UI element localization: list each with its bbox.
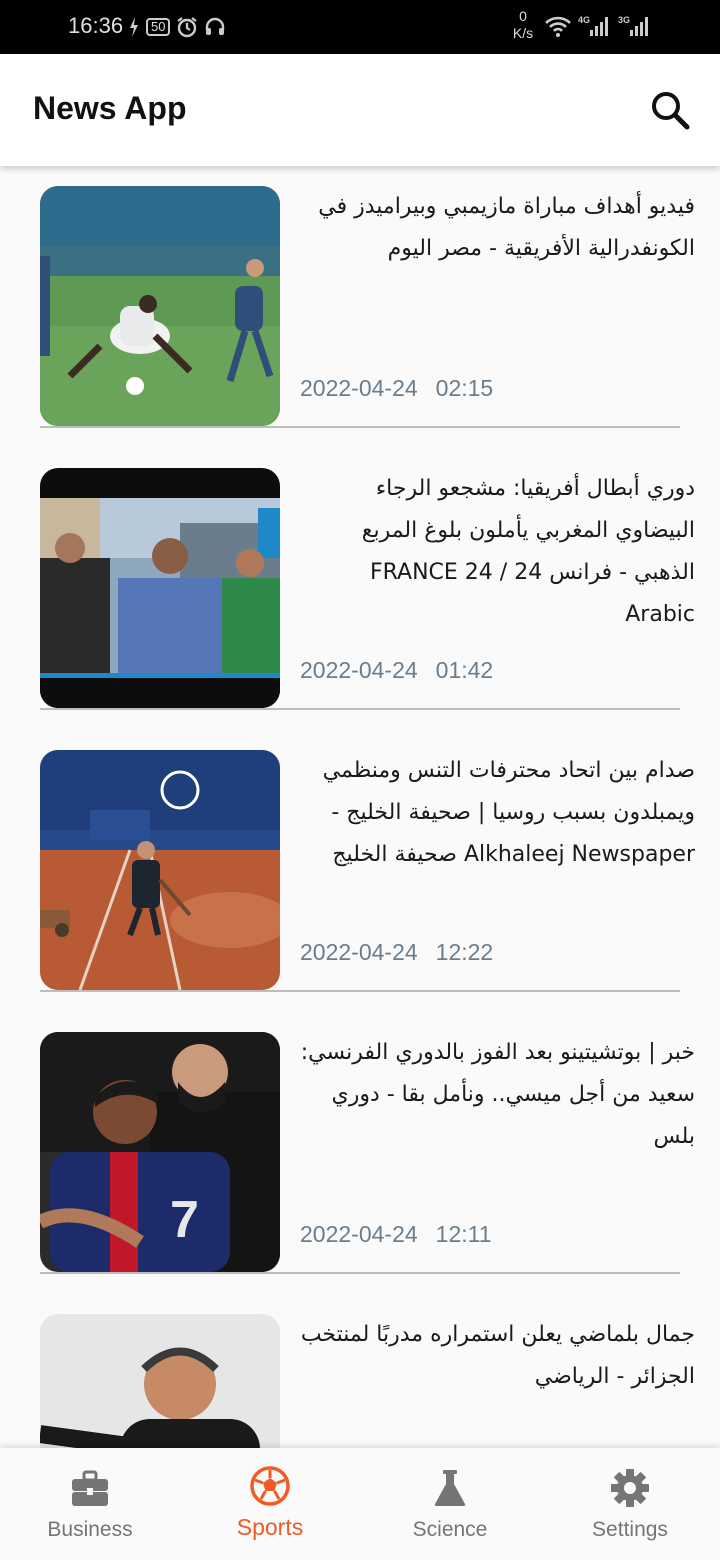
soccer-ball-icon <box>250 1466 290 1506</box>
status-left-icons: 50 <box>128 16 226 38</box>
nav-item-settings[interactable]: Settings <box>540 1448 720 1560</box>
charging-icon <box>130 17 138 37</box>
headset-icon <box>206 17 225 35</box>
wifi-icon <box>545 16 571 37</box>
nav-label: Science <box>412 1518 488 1541</box>
article-meta: 2022-04-24 02:15 <box>300 375 493 402</box>
article-date: 2022-04-24 <box>300 939 418 965</box>
signal-3g-icon: 3G <box>618 15 648 36</box>
search-button[interactable] <box>648 88 692 132</box>
article-time: 12:22 <box>435 939 494 965</box>
news-item[interactable]: فيديو أهداف مباراة مازيمبي وبيراميدز في … <box>40 166 695 448</box>
article-image <box>40 186 280 426</box>
network-speed-value: 0 <box>519 8 527 24</box>
article-date: 2022-04-24 <box>300 657 418 683</box>
article-meta: 2022-04-24 01:42 <box>300 657 493 684</box>
nav-label: Business <box>47 1518 133 1541</box>
signal-4g-icon: 4G <box>578 15 608 36</box>
nav-label: Sports <box>236 1514 304 1540</box>
battery-level: 50 <box>146 18 171 36</box>
gear-icon <box>611 1469 649 1507</box>
svg-text:3G: 3G <box>618 15 630 25</box>
divider <box>40 426 680 428</box>
flask-icon <box>434 1470 466 1506</box>
bottom-navigation: Business Sports Science Settings <box>0 1448 720 1560</box>
article-time: 01:42 <box>435 657 494 683</box>
network-speed: 0 K/s <box>508 8 538 42</box>
headline-text: صدام بين اتحاد محترفات التنس ومنظمي ويمب… <box>322 758 695 867</box>
status-time: 16:36 <box>68 13 124 38</box>
article-headline: خبر | بوتشيتينو بعد الفوز بالدوري الفرنس… <box>300 1032 695 1158</box>
app-bar: News App <box>0 54 720 166</box>
article-image: 7 <box>40 1032 280 1272</box>
alarm-icon <box>177 17 198 38</box>
article-image <box>40 468 280 708</box>
article-time: 02:15 <box>435 375 494 401</box>
network-speed-unit: K/s <box>512 25 534 41</box>
article-image <box>40 750 280 990</box>
nav-item-science[interactable]: Science <box>360 1448 540 1560</box>
headline-text: دوري أبطال أفريقيا: مشجعو الرجاء البيضاو… <box>361 476 695 627</box>
article-headline: صدام بين اتحاد محترفات التنس ومنظمي ويمب… <box>300 750 695 876</box>
divider <box>40 1272 680 1274</box>
article-headline: جمال بلماضي يعلن استمراره مدربًا لمنتخب … <box>300 1314 695 1398</box>
article-date: 2022-04-24 <box>300 1221 418 1247</box>
nav-label: Settings <box>592 1518 668 1541</box>
article-headline: فيديو أهداف مباراة مازيمبي وبيراميدز في … <box>300 186 695 270</box>
headline-text: فيديو أهداف مباراة مازيمبي وبيراميدز في … <box>318 194 695 261</box>
headline-text: خبر | بوتشيتينو بعد الفوز بالدوري الفرنس… <box>300 1040 695 1149</box>
news-item[interactable]: 7 خبر | بوتشيتينو بعد الفوز بالدوري الفر… <box>40 1012 695 1294</box>
divider <box>40 708 680 710</box>
news-item[interactable]: دوري أبطال أفريقيا: مشجعو الرجاء البيضاو… <box>40 448 695 730</box>
svg-text:4G: 4G <box>578 15 590 25</box>
article-headline: دوري أبطال أفريقيا: مشجعو الرجاء البيضاو… <box>300 468 695 636</box>
news-item[interactable]: صدام بين اتحاد محترفات التنس ومنظمي ويمب… <box>40 730 695 1012</box>
svg-text:7: 7 <box>170 1191 199 1249</box>
article-meta: 2022-04-24 12:11 <box>300 1221 492 1248</box>
headline-text: جمال بلماضي يعلن استمراره مدربًا لمنتخب … <box>300 1322 695 1389</box>
divider <box>40 990 680 992</box>
article-image <box>40 1314 280 1448</box>
search-icon <box>652 92 690 130</box>
nav-item-business[interactable]: Business <box>0 1448 180 1560</box>
nav-item-sports[interactable]: Sports <box>180 1448 360 1560</box>
status-right-icons: 4G 3G <box>544 14 652 38</box>
news-item[interactable]: جمال بلماضي يعلن استمراره مدربًا لمنتخب … <box>40 1294 695 1448</box>
article-date: 2022-04-24 <box>300 375 418 401</box>
article-time: 12:11 <box>435 1221 492 1247</box>
status-bar: 16:36 50 0 K/s 4G 3G <box>0 0 720 54</box>
article-meta: 2022-04-24 12:22 <box>300 939 493 966</box>
briefcase-icon <box>72 1470 108 1506</box>
app-title: News App <box>33 90 187 126</box>
news-list[interactable]: فيديو أهداف مباراة مازيمبي وبيراميدز في … <box>0 166 720 1448</box>
